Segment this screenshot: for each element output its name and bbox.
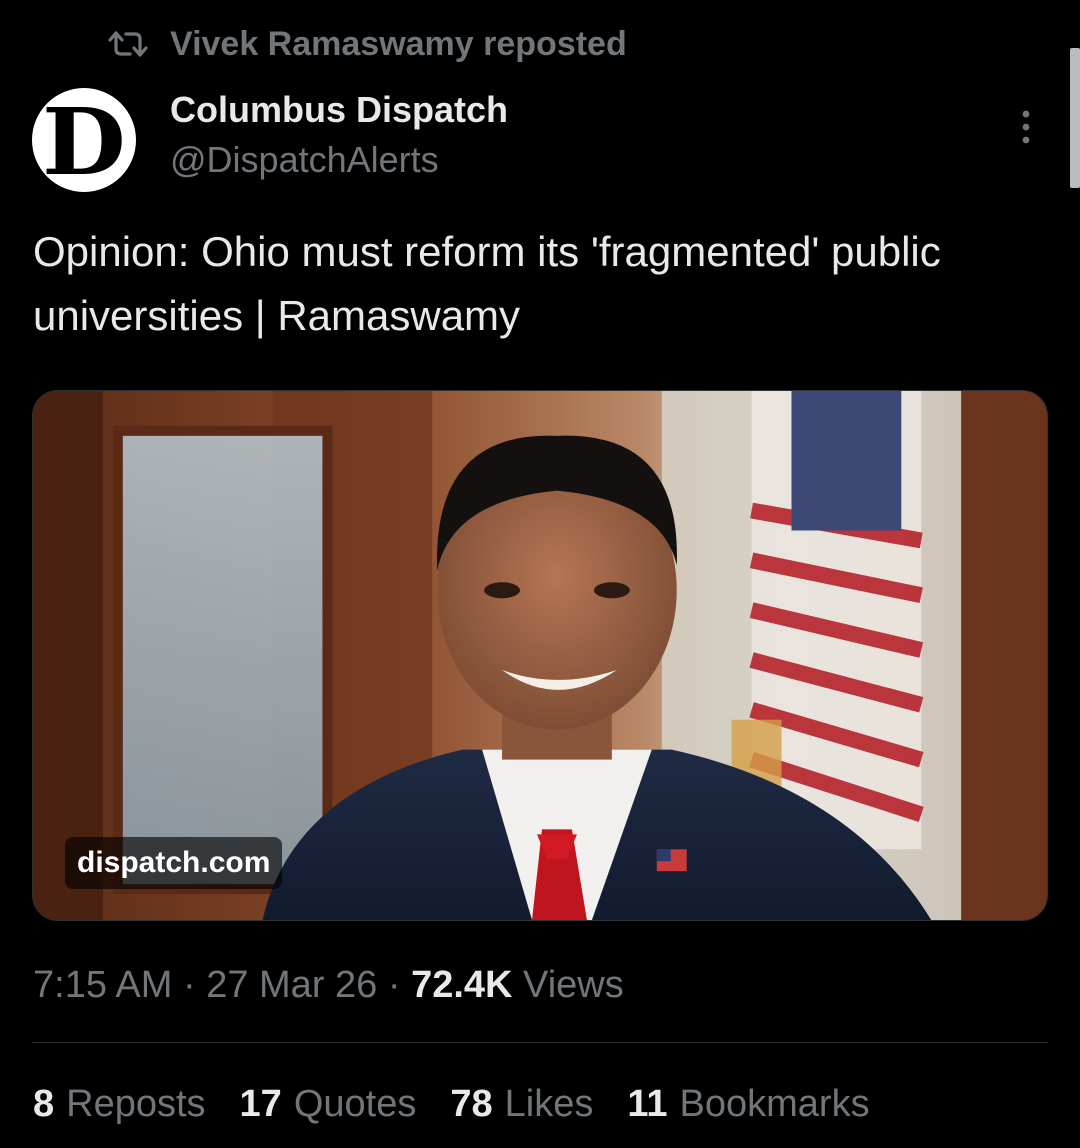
meta-separator: ·	[377, 964, 412, 1006]
tweet-time[interactable]: 7:15 AM	[33, 964, 172, 1006]
stat-label: Bookmarks	[679, 1083, 870, 1125]
author-name[interactable]: Columbus Dispatch	[170, 88, 508, 132]
author-handle[interactable]: @DispatchAlerts	[170, 138, 439, 182]
engagement-stats: 8 Reposts 17 Quotes 78 Likes 11 Bookmark…	[33, 1078, 870, 1130]
tweet-meta: 7:15 AM · 27 Mar 26 · 72.4K Views	[33, 960, 624, 1010]
views-label: Views	[512, 964, 624, 1006]
stat-quotes[interactable]: 17 Quotes	[240, 1078, 417, 1130]
divider	[32, 1042, 1048, 1043]
stat-label: Quotes	[293, 1083, 417, 1125]
tweet-date[interactable]: 27 Mar 26	[206, 964, 377, 1006]
scrollbar[interactable]	[1070, 48, 1080, 188]
stat-count: 11	[627, 1083, 668, 1125]
stat-label: Likes	[504, 1083, 594, 1125]
views-count[interactable]: 72.4K	[411, 964, 512, 1006]
stat-label: Reposts	[66, 1083, 206, 1125]
link-card-image[interactable]: dispatch.com	[32, 390, 1048, 921]
link-domain-badge: dispatch.com	[65, 837, 283, 889]
stat-count: 78	[450, 1083, 493, 1125]
more-options-icon	[1020, 109, 1032, 150]
meta-separator: ·	[172, 964, 207, 1006]
stat-likes[interactable]: 78 Likes	[450, 1078, 593, 1130]
stat-count: 17	[239, 1083, 282, 1125]
more-options-button[interactable]	[1006, 106, 1046, 152]
stat-bookmarks[interactable]: 11 Bookmarks	[627, 1078, 869, 1130]
tweet-text: Opinion: Ohio must reform its 'fragmente…	[33, 228, 941, 339]
stat-count: 8	[33, 1083, 55, 1125]
repost-label: Vivek Ramaswamy reposted	[170, 24, 627, 63]
avatar-logo-letter: D	[42, 88, 126, 192]
repost-icon	[108, 29, 148, 59]
stat-reposts[interactable]: 8 Reposts	[33, 1078, 206, 1130]
avatar[interactable]: D	[32, 88, 136, 192]
repost-context[interactable]: Vivek Ramaswamy reposted	[108, 24, 627, 64]
